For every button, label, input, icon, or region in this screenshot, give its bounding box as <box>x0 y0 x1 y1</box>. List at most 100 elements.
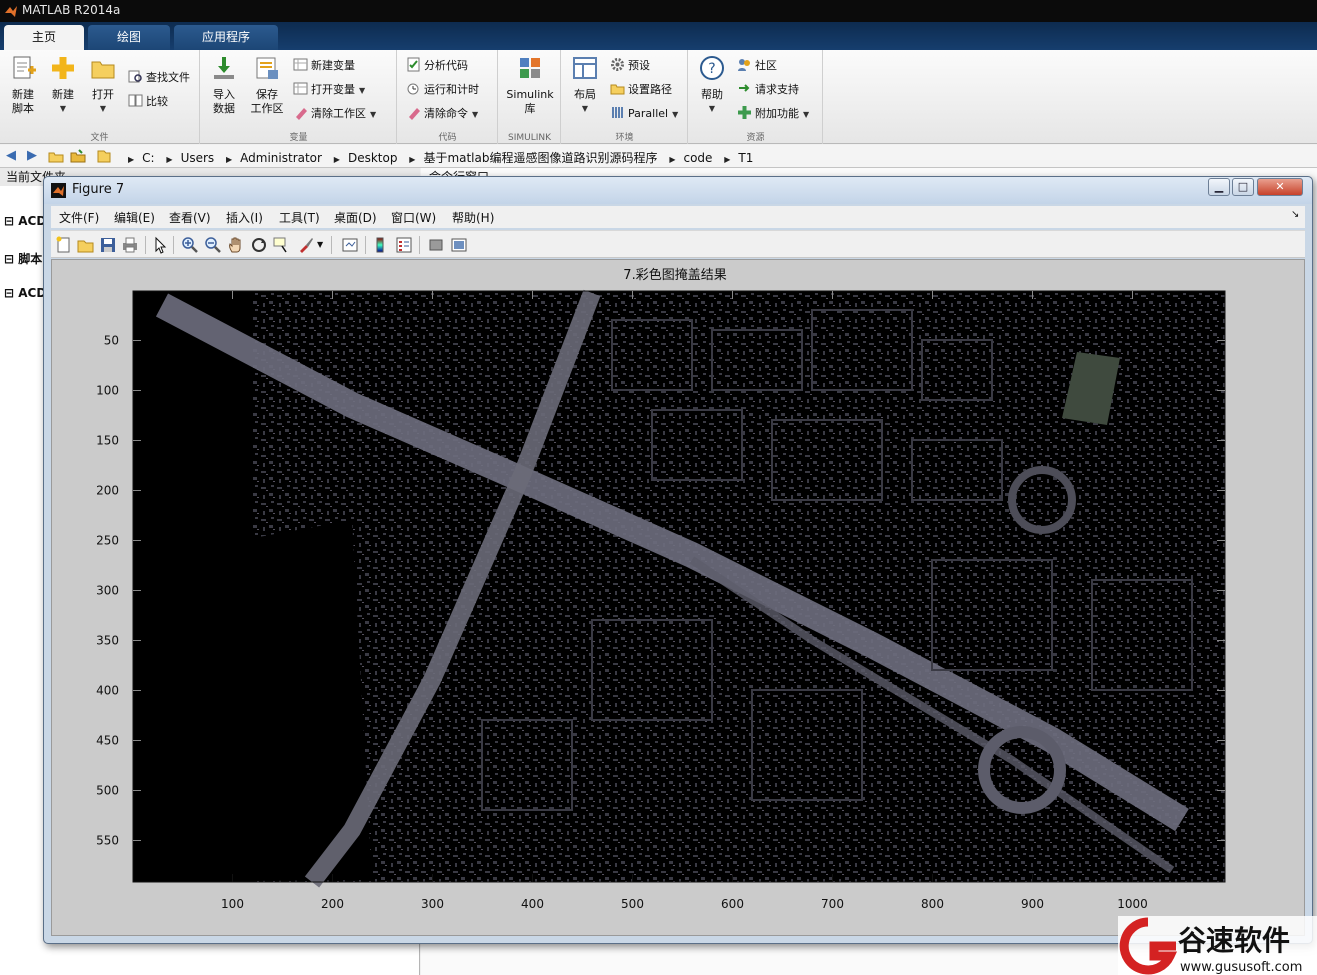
section-variable: 导入 数据 保存 工作区 新建变量 打开变量 ▼ 清除工作区 ▼ 变量 <box>201 50 397 144</box>
path-segment[interactable]: Administrator <box>240 151 322 165</box>
menu-desktop[interactable]: 桌面(D) <box>334 209 377 226</box>
zoom-in-icon[interactable] <box>181 236 199 254</box>
pointer-icon[interactable] <box>151 236 169 254</box>
open-button[interactable]: 打开 ▼ <box>82 54 124 116</box>
save-workspace-button[interactable]: 保存 工作区 <box>244 54 290 116</box>
import-data-button[interactable]: 导入 数据 <box>203 54 245 116</box>
brush-dropdown-icon[interactable]: ▼ <box>317 236 335 254</box>
set-path-button[interactable]: 设置路径 <box>610 80 672 100</box>
close-button[interactable]: ✕ <box>1257 178 1303 196</box>
tree-expand-icon: ⊟ <box>4 286 19 300</box>
path-separator-icon: ▶ <box>226 155 233 164</box>
pan-icon[interactable] <box>227 236 245 254</box>
maximize-button[interactable]: □ <box>1232 178 1254 196</box>
new-variable-label: 新建变量 <box>311 59 355 72</box>
clear-commands-button[interactable]: 清除命令 ▼ <box>406 104 478 124</box>
new-figure-icon[interactable] <box>55 236 73 254</box>
section-file: 新建 脚本 新建 ▼ 打开 ▼ 查找文件 比较 文件 <box>0 50 200 144</box>
menu-file[interactable]: 文件(F) <box>59 209 99 226</box>
path-segment[interactable]: code <box>683 151 712 165</box>
brush-icon[interactable] <box>297 236 315 254</box>
save-icon[interactable] <box>99 236 117 254</box>
tab-plots[interactable]: 绘图 <box>88 25 170 50</box>
axes[interactable]: 7.彩色图掩盖结果 100 200 300 400 500 600 700 80… <box>52 260 1304 935</box>
simulink-library-button[interactable]: Simulink 库 <box>503 54 557 116</box>
run-and-time-button[interactable]: 运行和计时 <box>406 80 479 100</box>
preferences-button[interactable]: 预设 <box>610 56 650 76</box>
layout-button[interactable]: 布局 ▼ <box>564 54 606 116</box>
addons-button[interactable]: 附加功能 ▼ <box>737 104 809 124</box>
simulink-library-icon <box>520 58 540 78</box>
hide-plot-tools-icon[interactable] <box>427 236 445 254</box>
path-segment[interactable]: T1 <box>738 151 753 165</box>
community-button[interactable]: 社区 <box>737 56 777 76</box>
legend-icon[interactable] <box>395 236 413 254</box>
tab-home[interactable]: 主页 <box>4 25 84 50</box>
compare-button[interactable]: 比较 <box>128 92 168 112</box>
ribbon-toolstrip: 新建 脚本 新建 ▼ 打开 ▼ 查找文件 比较 文件 导入 数据 保存 工作区 <box>0 50 1317 144</box>
tree-item-label: 脚本 <box>18 252 43 266</box>
addons-icon <box>738 106 751 119</box>
tree-item[interactable]: ⊟ 脚本 <box>4 250 42 267</box>
menu-view[interactable]: 查看(V) <box>169 209 211 226</box>
request-support-label: 请求支持 <box>755 83 799 96</box>
data-cursor-icon[interactable] <box>273 236 291 254</box>
open-dropdown-icon: ▼ <box>99 104 107 113</box>
figure-titlebar[interactable]: Figure 7 ▁ □ ✕ <box>44 177 1312 204</box>
menu-edit[interactable]: 编辑(E) <box>114 209 155 226</box>
menu-window[interactable]: 窗口(W) <box>391 209 436 226</box>
path-segment[interactable]: Desktop <box>348 151 398 165</box>
zoom-out-icon[interactable] <box>204 236 222 254</box>
tree-item[interactable]: ⊟ ACD <box>4 286 46 300</box>
tree-item[interactable]: ⊟ ACD <box>4 214 46 228</box>
x-tick-label: 900 <box>1021 897 1044 911</box>
figure-window: Figure 7 ▁ □ ✕ 文件(F) 编辑(E) 查看(V) 插入(I) 工… <box>43 176 1313 944</box>
y-tick-label: 300 <box>96 584 119 598</box>
show-plot-tools-icon[interactable] <box>450 236 468 254</box>
print-icon[interactable] <box>121 236 139 254</box>
menu-tools[interactable]: 工具(T) <box>279 209 320 226</box>
x-tick-label: 400 <box>521 897 544 911</box>
clear-commands-icon <box>409 108 420 120</box>
find-files-label: 查找文件 <box>146 71 190 84</box>
path-segment[interactable]: 基于matlab编程遥感图像道路识别源码程序 <box>423 151 657 165</box>
figure-canvas[interactable]: 7.彩色图掩盖结果 100 200 300 400 500 600 700 80… <box>51 259 1305 936</box>
tree-expand-icon: ⊟ <box>4 214 19 228</box>
help-button[interactable]: ? 帮助 ▼ <box>691 54 733 116</box>
new-button[interactable]: 新建 ▼ <box>42 54 84 116</box>
community-icon <box>738 59 750 71</box>
dock-icon[interactable]: ↘ <box>1291 209 1299 220</box>
analyze-code-button[interactable]: 分析代码 <box>406 56 468 76</box>
forward-icon[interactable]: ▶ <box>24 148 40 164</box>
back-icon[interactable]: ◀ <box>3 148 19 164</box>
path-segment[interactable]: C: <box>142 151 154 165</box>
minimize-button[interactable]: ▁ <box>1208 178 1230 196</box>
open-variable-button[interactable]: 打开变量 ▼ <box>293 80 365 100</box>
layout-icon <box>573 57 597 79</box>
up-folder-icon[interactable] <box>48 148 64 164</box>
path-separator-icon: ▶ <box>669 155 676 164</box>
link-plot-icon[interactable] <box>341 236 359 254</box>
parallel-button[interactable]: Parallel ▼ <box>610 104 678 124</box>
watermark-brand: 谷速软件 <box>1178 924 1290 957</box>
set-path-label: 设置路径 <box>628 83 672 96</box>
rotate-3d-icon[interactable] <box>250 236 268 254</box>
x-tick-label: 700 <box>821 897 844 911</box>
new-variable-button[interactable]: 新建变量 <box>293 56 355 76</box>
menu-help[interactable]: 帮助(H) <box>452 209 494 226</box>
open-file-icon[interactable] <box>77 236 95 254</box>
new-script-button[interactable]: 新建 脚本 <box>2 54 44 116</box>
section-variable-label: 变量 <box>289 133 308 143</box>
path-segment[interactable]: Users <box>181 151 215 165</box>
browse-folder-icon[interactable] <box>70 148 86 164</box>
tab-apps[interactable]: 应用程序 <box>174 25 278 50</box>
menu-insert[interactable]: 插入(I) <box>226 209 263 226</box>
matlab-logo-icon <box>51 183 66 198</box>
x-tick-label: 1000 <box>1117 897 1148 911</box>
request-support-button[interactable]: 请求支持 <box>737 80 799 100</box>
toolbar-separator <box>145 236 146 254</box>
watermark-logo: 谷速软件 www.gususoft.com <box>1118 916 1317 975</box>
find-files-button[interactable]: 查找文件 <box>128 68 190 88</box>
clear-workspace-button[interactable]: 清除工作区 ▼ <box>293 104 376 124</box>
colorbar-icon[interactable] <box>371 236 389 254</box>
